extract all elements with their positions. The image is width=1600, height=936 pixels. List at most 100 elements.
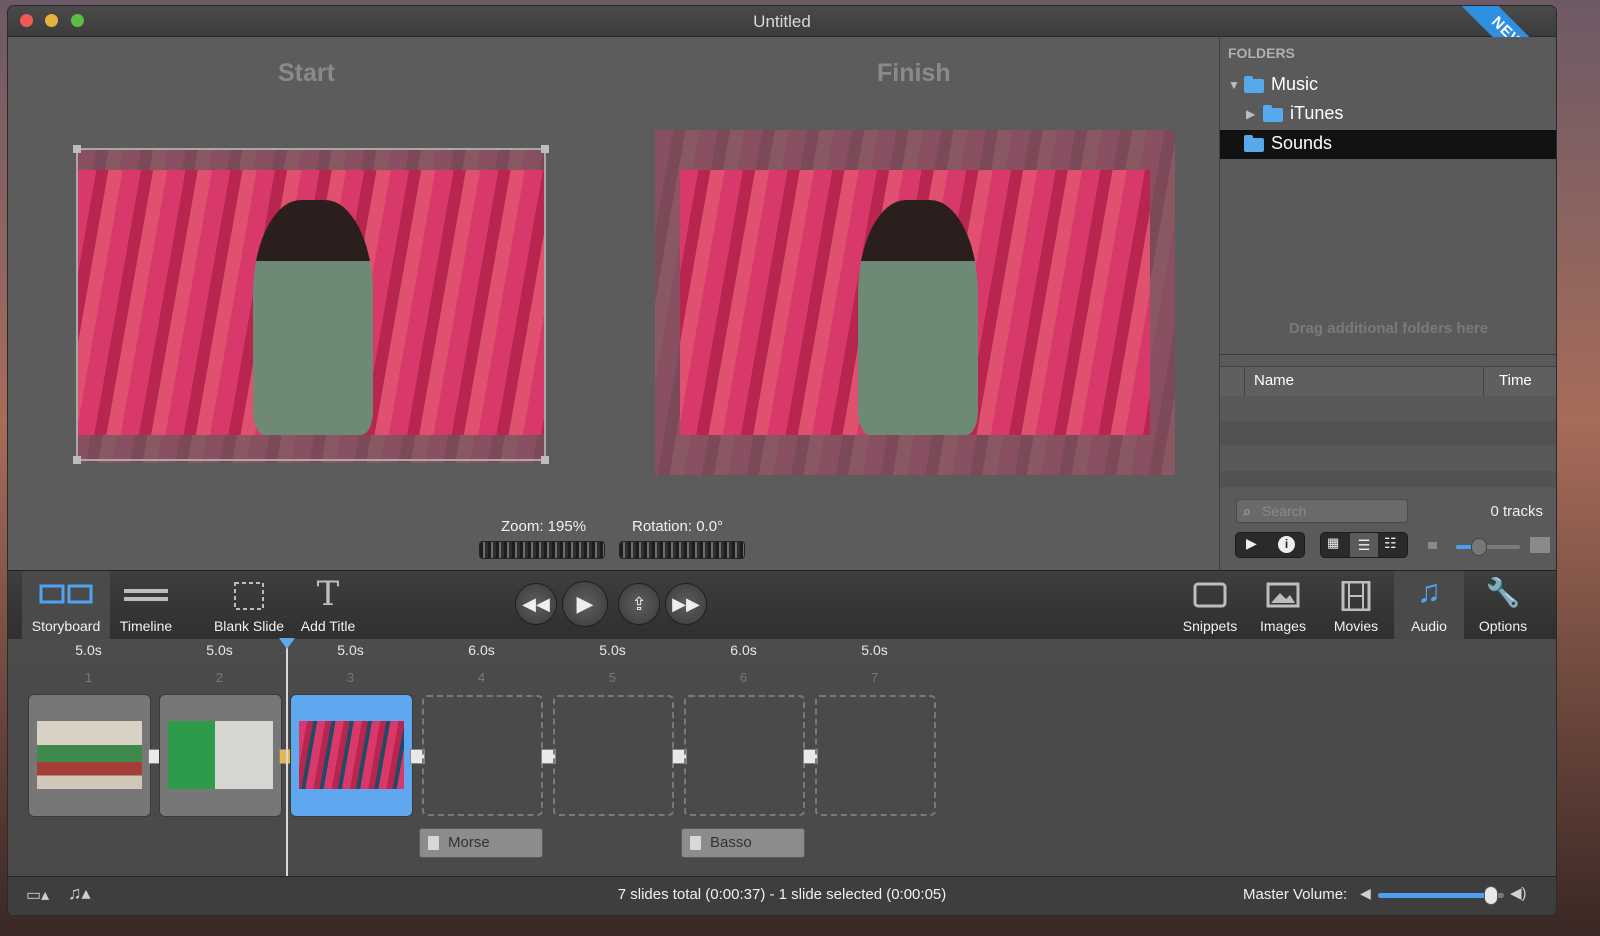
slide-number: 2 <box>215 670 224 685</box>
folders-heading: FOLDERS <box>1228 45 1295 61</box>
slide-thumbnail[interactable] <box>29 695 150 816</box>
title-bar: Untitled <box>8 6 1556 37</box>
folder-icon <box>1244 135 1264 152</box>
rotation-wheel[interactable] <box>620 542 744 558</box>
search-icon: ⌕ <box>1243 503 1251 519</box>
drag-folders-hint: Drag additional folders here <box>1288 320 1489 337</box>
slide-image <box>168 721 273 789</box>
rewind-button[interactable]: ◀◀ <box>516 584 556 624</box>
storyboard-icon <box>39 584 93 604</box>
column-name[interactable]: Name <box>1254 366 1294 395</box>
play-button[interactable]: ▶ <box>563 582 607 626</box>
slide-duration[interactable]: 6.0s <box>678 642 809 658</box>
slider-thumb[interactable] <box>1472 539 1486 555</box>
preview-area: Start Finish Zoom: 195% Rotation: 0.0° <box>8 37 1218 570</box>
folder-sounds[interactable]: Sounds <box>1220 130 1556 159</box>
disclosure-closed-icon[interactable]: ▶ <box>1246 107 1255 121</box>
images-button[interactable]: Images <box>1249 571 1317 639</box>
empty-slide[interactable] <box>684 695 805 816</box>
empty-slide[interactable] <box>422 695 543 816</box>
audio-label: Audio <box>1411 618 1447 634</box>
music-note-icon: ♫ <box>1417 573 1441 609</box>
playhead-marker[interactable] <box>279 638 295 649</box>
slide-duration[interactable]: 5.0s <box>23 642 154 658</box>
slide-number: 1 <box>84 670 93 685</box>
add-title-button[interactable]: T Add Title <box>293 571 363 639</box>
preview-controls: ▶ i <box>1236 533 1304 557</box>
detail-view-icon[interactable]: ☷ <box>1384 535 1397 552</box>
audio-track[interactable]: Morse <box>420 829 542 857</box>
slide-duration[interactable]: 6.0s <box>416 642 547 658</box>
folder-music[interactable]: ▼ Music <box>1220 71 1556 100</box>
large-size-icon <box>1530 537 1550 553</box>
crop-handle[interactable] <box>73 456 81 464</box>
slide-number: 6 <box>739 670 748 685</box>
zoom-label: Zoom: 195% <box>501 518 587 535</box>
slide-duration[interactable]: 5.0s <box>809 642 940 658</box>
crop-handle[interactable] <box>73 145 81 153</box>
thumbnail-size-slider[interactable] <box>1456 539 1520 555</box>
audio-track-label: Basso <box>710 834 752 851</box>
slide-thumbnail-selected[interactable] <box>291 695 412 816</box>
track-row[interactable] <box>1220 471 1556 487</box>
images-label: Images <box>1260 618 1306 634</box>
movies-button[interactable]: Movies <box>1322 571 1390 639</box>
snippets-button[interactable]: Snippets <box>1176 571 1244 639</box>
folder-icon <box>1263 105 1283 122</box>
empty-slide[interactable] <box>815 695 936 816</box>
empty-slide[interactable] <box>553 695 674 816</box>
zoom-wheel[interactable] <box>480 542 604 558</box>
audio-track[interactable]: Basso <box>682 829 804 857</box>
blank-slide-label: Blank Slide <box>213 618 285 634</box>
disclosure-open-icon[interactable]: ▼ <box>1228 78 1240 92</box>
crop-handle[interactable] <box>541 456 549 464</box>
list-view-icon[interactable]: ☰ <box>1350 533 1378 557</box>
storyboard-strip: 1 2 3 4 5 6 7 Morse Basso <box>8 663 1556 876</box>
fast-forward-button[interactable]: ▶▶ <box>666 584 706 624</box>
search-field[interactable]: ⌕ Search <box>1236 499 1408 523</box>
view-mode-switch: ▦ ☰ ☷ <box>1321 533 1407 557</box>
master-volume-slider[interactable] <box>1378 887 1504 904</box>
slide-thumbnail[interactable] <box>160 695 281 816</box>
info-icon[interactable]: i <box>1278 536 1295 553</box>
slide-number: 3 <box>346 670 355 685</box>
slide-duration[interactable]: 5.0s <box>154 642 285 658</box>
media-browser: FOLDERS ▼ Music ▶ iTunes Sounds Drag add… <box>1219 37 1556 570</box>
track-row[interactable] <box>1220 446 1556 471</box>
wrench-icon: 🔧 <box>1485 577 1521 608</box>
storyboard-button[interactable]: Storyboard <box>22 571 110 639</box>
options-button[interactable]: 🔧 Options <box>1468 571 1538 639</box>
divider <box>1220 354 1556 355</box>
start-label: Start <box>278 59 335 87</box>
options-label: Options <box>1478 618 1528 634</box>
add-title-label: Add Title <box>300 618 356 634</box>
audio-button[interactable]: ♫ Audio <box>1394 571 1464 639</box>
folder-itunes[interactable]: ▶ iTunes <box>1220 100 1556 129</box>
status-bar: ▭▴ ♫▴ 7 slides total (0:00:37) - 1 slide… <box>8 876 1556 915</box>
snippets-label: Snippets <box>1182 618 1238 634</box>
play-icon: ▶ <box>576 591 594 616</box>
crop-handle[interactable] <box>541 145 549 153</box>
grid-view-icon[interactable]: ▦ <box>1327 535 1339 551</box>
timeline-label: Timeline <box>119 618 173 634</box>
volume-low-icon: ◀ <box>1360 885 1371 901</box>
audio-file-icon <box>428 836 439 850</box>
folder-label: Sounds <box>1271 133 1333 153</box>
track-row[interactable] <box>1220 421 1556 446</box>
track-row[interactable] <box>1220 396 1556 421</box>
title-t-icon: T <box>316 574 340 614</box>
timeline-button[interactable]: Timeline <box>110 571 182 639</box>
playhead[interactable] <box>286 645 288 878</box>
slide-duration[interactable]: 5.0s <box>547 642 678 658</box>
volume-high-icon: ◀) <box>1510 885 1527 902</box>
start-crop-frame[interactable] <box>73 145 549 464</box>
slide-duration[interactable]: 5.0s <box>285 642 416 658</box>
share-button[interactable]: ⇪ <box>619 584 659 624</box>
volume-thumb[interactable] <box>1485 887 1498 904</box>
slide-image <box>299 721 404 789</box>
track-count: 0 tracks <box>1490 503 1543 520</box>
audio-file-icon <box>690 836 701 850</box>
blank-slide-button[interactable]: Blank Slide <box>208 571 290 639</box>
play-preview-icon[interactable]: ▶ <box>1246 535 1257 552</box>
column-time[interactable]: Time <box>1499 366 1532 395</box>
